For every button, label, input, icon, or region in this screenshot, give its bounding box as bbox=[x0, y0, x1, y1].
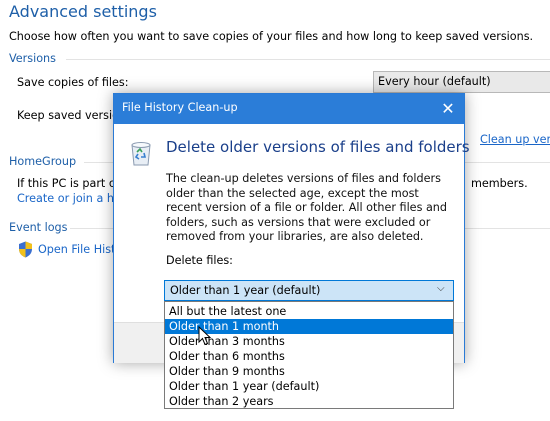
versions-divider bbox=[66, 59, 550, 60]
delete-files-dropdown-list: All but the latest one Older than 1 mont… bbox=[164, 301, 454, 409]
open-file-history-event-logs-link[interactable]: Open File Hist bbox=[38, 243, 115, 256]
mouse-pointer-icon bbox=[198, 325, 212, 346]
dialog-title: File History Clean-up bbox=[122, 101, 238, 114]
dropdown-option-9-months[interactable]: Older than 9 months bbox=[165, 364, 453, 379]
homegroup-text: If this PC is part of bbox=[17, 177, 120, 190]
homegroup-group-title: HomeGroup bbox=[9, 155, 77, 168]
homegroup-text-end: members. bbox=[471, 177, 528, 190]
chevron-down-icon: ⌵ bbox=[437, 283, 445, 294]
dropdown-option-2-years[interactable]: Older than 2 years bbox=[165, 394, 453, 409]
close-icon: ✕ bbox=[441, 99, 455, 118]
shield-icon bbox=[18, 241, 33, 258]
create-homegroup-link[interactable]: Create or join a ho bbox=[17, 192, 121, 205]
dropdown-option-all-but-latest[interactable]: All but the latest one bbox=[165, 304, 453, 319]
recycle-bin-icon bbox=[128, 139, 154, 167]
dialog-titlebar[interactable]: File History Clean-up ✕ bbox=[114, 94, 464, 124]
page-subtitle: Choose how often you want to save copies… bbox=[9, 30, 534, 43]
dialog-description: The clean-up deletes versions of files a… bbox=[166, 172, 447, 244]
keep-saved-label: Keep saved versio bbox=[17, 109, 119, 122]
delete-files-select[interactable]: Older than 1 year (default) ⌵ bbox=[164, 280, 454, 301]
save-copies-label: Save copies of files: bbox=[17, 76, 129, 89]
dialog-heading: Delete older versions of files and folde… bbox=[166, 138, 470, 156]
page-title: Advanced settings bbox=[9, 2, 157, 21]
dropdown-option-6-months[interactable]: Older than 6 months bbox=[165, 349, 453, 364]
clean-up-versions-link[interactable]: Clean up vers bbox=[480, 133, 550, 146]
versions-group-title: Versions bbox=[9, 52, 56, 65]
delete-files-label: Delete files: bbox=[166, 254, 233, 267]
dropdown-option-1-year[interactable]: Older than 1 year (default) bbox=[165, 379, 453, 394]
event-logs-group-title: Event logs bbox=[9, 221, 68, 234]
save-copies-select[interactable]: Every hour (default) bbox=[373, 71, 550, 93]
delete-files-selected-value: Older than 1 year (default) bbox=[170, 284, 321, 297]
close-button[interactable]: ✕ bbox=[436, 98, 460, 120]
